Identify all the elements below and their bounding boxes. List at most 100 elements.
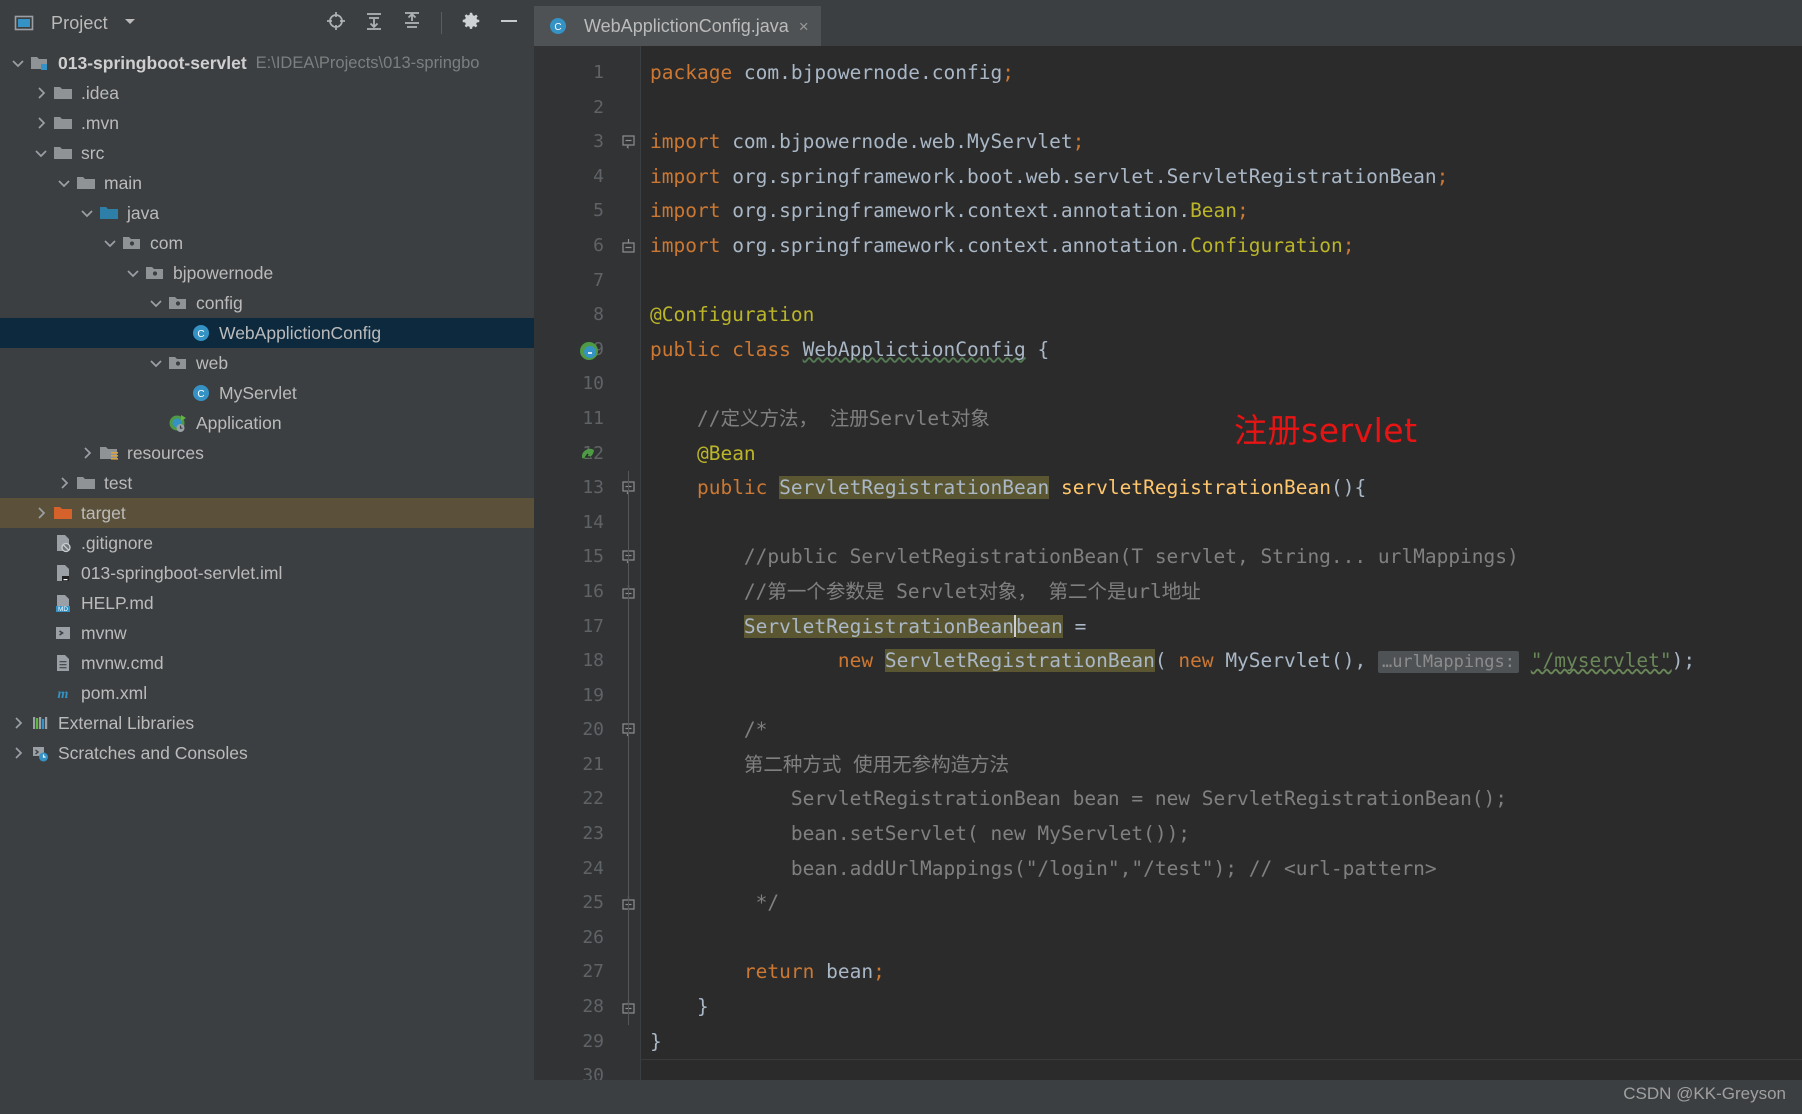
- tree-item-mvnw-cmd[interactable]: mvnw.cmd: [0, 648, 534, 678]
- chevron-right-icon[interactable]: [79, 445, 95, 461]
- tree-item-label: web: [196, 352, 229, 373]
- tree-item-label: config: [196, 292, 243, 313]
- tree-item-help-md[interactable]: MD HELP.md: [0, 588, 534, 618]
- tree-item-013-springboot-servlet[interactable]: 013-springboot-servlet E:\IDEA\Projects\0…: [0, 48, 534, 78]
- collapse-all-icon[interactable]: [401, 10, 423, 37]
- code-line[interactable]: /*: [640, 713, 1802, 748]
- code-line[interactable]: @Configuration: [640, 298, 1802, 333]
- fold-close-icon[interactable]: [622, 1000, 636, 1014]
- editor-tab[interactable]: C WebApplictionConfig.java ×: [534, 6, 821, 50]
- editor-gutter[interactable]: 1 2 3 4 5 6 7 8 9 10 11 12 13 14 15 16 17 18 19 20 21 22 23 24 2…: [534, 46, 618, 1114]
- markdown-file-icon: MD: [53, 593, 73, 613]
- chevron-right-icon[interactable]: [56, 475, 72, 491]
- fold-open-icon[interactable]: [622, 481, 636, 496]
- tree-item--mvn[interactable]: .mvn: [0, 108, 534, 138]
- tree-item-target[interactable]: target: [0, 498, 534, 528]
- code-line[interactable]: import org.springframework.boot.web.serv…: [640, 160, 1802, 195]
- project-toolwindow-title-group[interactable]: Project: [14, 13, 137, 34]
- chevron-right-icon[interactable]: [33, 505, 49, 521]
- tree-item-test[interactable]: test: [0, 468, 534, 498]
- code-line[interactable]: public class WebApplictionConfig {: [640, 333, 1802, 368]
- chevron-down-icon[interactable]: [123, 14, 137, 33]
- code-line[interactable]: import org.springframework.context.annot…: [640, 194, 1802, 229]
- tree-item-label: test: [104, 472, 133, 493]
- project-tree[interactable]: 013-springboot-servlet E:\IDEA\Projects\0…: [0, 46, 534, 1114]
- tree-item-scratches-and-consoles[interactable]: Scratches and Consoles: [0, 738, 534, 768]
- chevron-down-icon[interactable]: [148, 295, 164, 311]
- hide-toolwindow-icon[interactable]: [498, 10, 520, 37]
- tree-item-com[interactable]: com: [0, 228, 534, 258]
- code-line[interactable]: //第一个参数是 Servlet对象， 第二个是url地址: [640, 575, 1802, 610]
- chevron-down-icon[interactable]: [56, 175, 72, 191]
- fold-close-icon[interactable]: [622, 585, 636, 599]
- code-line[interactable]: }: [640, 1025, 1802, 1060]
- chevron-right-icon[interactable]: [33, 115, 49, 131]
- chevron-right-icon[interactable]: [10, 715, 26, 731]
- tree-item-src[interactable]: src: [0, 138, 534, 168]
- fold-open-icon[interactable]: [622, 550, 636, 565]
- fold-close-icon[interactable]: [622, 239, 636, 253]
- code-line[interactable]: import org.springframework.context.annot…: [640, 229, 1802, 264]
- tree-item-myservlet[interactable]: C MyServlet: [0, 378, 534, 408]
- tree-item-main[interactable]: main: [0, 168, 534, 198]
- code-line[interactable]: [640, 679, 1802, 714]
- tree-arrow-placeholder: [33, 565, 49, 581]
- code-line[interactable]: [640, 921, 1802, 956]
- code-line[interactable]: ServletRegistrationBean bean =: [640, 610, 1802, 645]
- code-line[interactable]: */: [640, 886, 1802, 921]
- code-line[interactable]: [640, 264, 1802, 299]
- spring-bean-method-gutter-icon[interactable]: [578, 444, 600, 471]
- fold-open-icon[interactable]: [622, 723, 636, 738]
- code-line[interactable]: }: [640, 990, 1802, 1025]
- tree-item-pom-xml[interactable]: m pom.xml: [0, 678, 534, 708]
- code-line[interactable]: [640, 367, 1802, 402]
- spring-bean-gutter-icon[interactable]: [578, 340, 600, 367]
- editor-fold-column[interactable]: [618, 46, 640, 1114]
- code-line[interactable]: import com.bjpowernode.web.MyServlet;: [640, 125, 1802, 160]
- locate-icon[interactable]: [325, 10, 347, 37]
- chevron-right-icon[interactable]: [10, 745, 26, 761]
- line-number: 8: [593, 304, 604, 326]
- tree-item-config[interactable]: config: [0, 288, 534, 318]
- tree-item-path: E:\IDEA\Projects\013-springbo: [255, 53, 480, 72]
- chevron-right-icon[interactable]: [33, 85, 49, 101]
- code-line[interactable]: [640, 506, 1802, 541]
- code-line[interactable]: ServletRegistrationBean bean = new Servl…: [640, 782, 1802, 817]
- tree-item-external-libraries[interactable]: External Libraries: [0, 708, 534, 738]
- tree-item-web[interactable]: web: [0, 348, 534, 378]
- chevron-down-icon[interactable]: [148, 355, 164, 371]
- code-line[interactable]: return bean;: [640, 955, 1802, 990]
- chevron-down-icon[interactable]: [10, 55, 26, 71]
- tree-item-application[interactable]: Application: [0, 408, 534, 438]
- tree-item-bjpowernode[interactable]: bjpowernode: [0, 258, 534, 288]
- chevron-down-icon[interactable]: [79, 205, 95, 221]
- tree-item--gitignore[interactable]: .gitignore: [0, 528, 534, 558]
- expand-all-icon[interactable]: [363, 10, 385, 37]
- settings-gear-icon[interactable]: [460, 10, 482, 37]
- chevron-down-icon[interactable]: [125, 265, 141, 281]
- tree-item-webapplictionconfig[interactable]: C WebApplictionConfig: [0, 318, 534, 348]
- code-line[interactable]: bean.setServlet( new MyServlet());: [640, 817, 1802, 852]
- code-line[interactable]: //public ServletRegistrationBean(T servl…: [640, 540, 1802, 575]
- code-line[interactable]: new ServletRegistrationBean( new MyServl…: [640, 644, 1802, 679]
- code-line[interactable]: package com.bjpowernode.config;: [640, 56, 1802, 91]
- code-line[interactable]: 第二种方式 使用无参构造方法: [640, 748, 1802, 783]
- tree-item-java[interactable]: java: [0, 198, 534, 228]
- fold-close-icon[interactable]: [622, 896, 636, 910]
- code-editor[interactable]: 1 2 3 4 5 6 7 8 9 10 11 12 13 14 15 16 17 18 19 20 21 22 23 24 2…: [534, 46, 1802, 1114]
- tree-item-resources[interactable]: resources: [0, 438, 534, 468]
- code-line[interactable]: @Bean: [640, 437, 1802, 472]
- tree-item--idea[interactable]: .idea: [0, 78, 534, 108]
- chevron-down-icon[interactable]: [33, 145, 49, 161]
- code-line[interactable]: //定义方法， 注册Servlet对象: [640, 402, 1802, 437]
- chevron-down-icon[interactable]: [102, 235, 118, 251]
- code-line[interactable]: bean.addUrlMappings("/login","/test"); /…: [640, 852, 1802, 887]
- close-icon[interactable]: ×: [799, 18, 809, 35]
- tree-item-mvnw[interactable]: mvnw: [0, 618, 534, 648]
- tree-item-label: mvnw.cmd: [81, 652, 164, 673]
- tree-item-013-springboot-servlet-iml[interactable]: 013-springboot-servlet.iml: [0, 558, 534, 588]
- fold-open-icon[interactable]: [622, 135, 636, 150]
- code-line[interactable]: public ServletRegistrationBean servletRe…: [640, 471, 1802, 506]
- editor-code-area[interactable]: package com.bjpowernode.config; import co…: [640, 46, 1802, 1114]
- code-line[interactable]: [640, 91, 1802, 126]
